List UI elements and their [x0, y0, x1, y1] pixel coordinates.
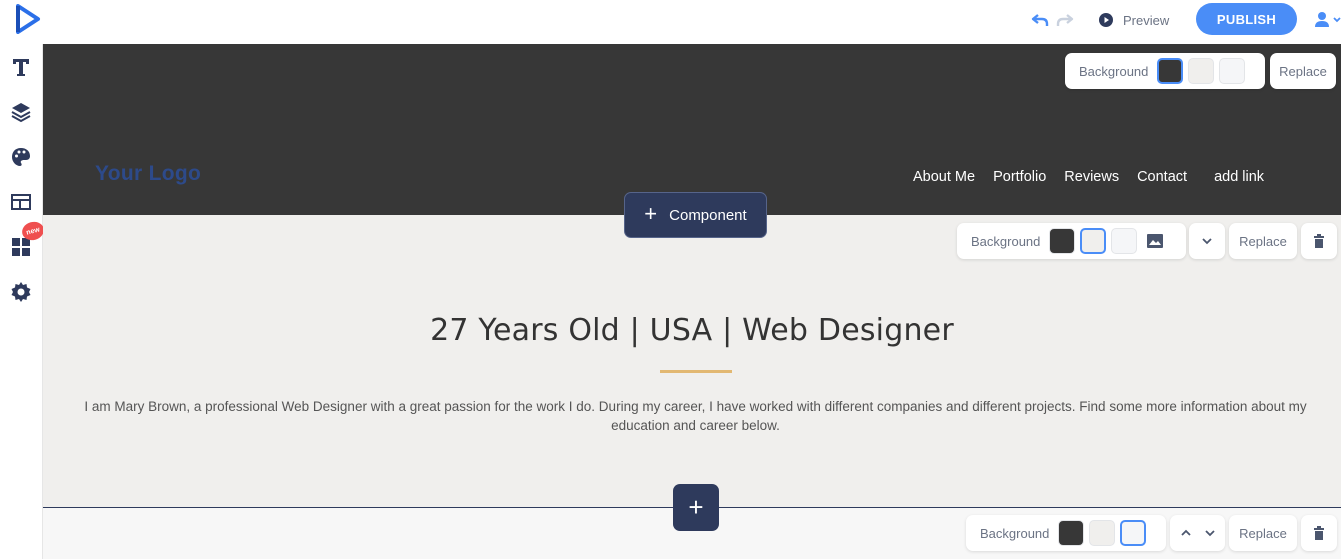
swatch-white[interactable] [1219, 58, 1246, 84]
swatch-dark[interactable] [1049, 228, 1076, 254]
undo-icon[interactable] [1031, 11, 1049, 29]
layout-icon[interactable] [10, 191, 32, 213]
delete-section-button[interactable] [1301, 515, 1337, 551]
swatch-dark[interactable] [1157, 58, 1184, 84]
preview-button[interactable]: Preview [1099, 10, 1169, 30]
publish-button[interactable]: PUBLISH [1196, 3, 1297, 35]
site-nav: About Me Portfolio Reviews Contact add l… [913, 169, 1282, 185]
add-component-button[interactable]: + Component [624, 192, 767, 238]
header-replace-button[interactable]: Replace [1270, 53, 1336, 89]
trash-icon [1314, 526, 1324, 540]
user-icon[interactable] [1314, 11, 1341, 29]
trash-icon [1314, 234, 1324, 248]
swatch-light[interactable] [1188, 58, 1215, 84]
header-background-control: Background [1065, 53, 1265, 89]
nav-link-about[interactable]: About Me [913, 169, 975, 185]
swatch-dark[interactable] [1058, 520, 1085, 546]
swatch-white[interactable] [1120, 520, 1147, 546]
chevron-down-icon [1202, 238, 1212, 245]
swatch-light[interactable] [1080, 228, 1107, 254]
nav-link-contact[interactable]: Contact [1137, 169, 1187, 185]
image-icon[interactable] [1146, 233, 1164, 249]
accent-divider [660, 370, 732, 373]
brand-logo-icon[interactable] [12, 4, 42, 34]
nav-link-reviews[interactable]: Reviews [1064, 169, 1119, 185]
text-icon[interactable] [10, 56, 32, 78]
plus-icon: + [644, 201, 658, 226]
swatch-light[interactable] [1089, 520, 1116, 546]
bottom-replace-button[interactable]: Replace [1229, 515, 1297, 551]
bottom-background-control: Background [966, 515, 1166, 551]
add-link-button[interactable]: add link [1214, 169, 1264, 185]
redo-icon[interactable] [1056, 11, 1074, 29]
section-description[interactable]: I am Mary Brown, a professional Web Desi… [83, 397, 1308, 435]
component-label: Component [669, 206, 747, 224]
section-headline[interactable]: 27 Years Old | USA | Web Designer [43, 313, 1341, 348]
delete-section-button[interactable] [1301, 223, 1337, 259]
background-label: Background [1079, 63, 1149, 79]
background-label: Background [971, 233, 1041, 249]
swatch-white[interactable] [1111, 228, 1138, 254]
gear-icon[interactable] [10, 281, 32, 303]
chevron-up-icon[interactable] [1180, 529, 1192, 537]
plus-icon: + [688, 492, 704, 522]
move-buttons [1170, 515, 1225, 551]
preview-label: Preview [1123, 12, 1170, 28]
add-section-button[interactable]: + [673, 484, 719, 531]
main-replace-button[interactable]: Replace [1229, 223, 1297, 259]
site-logo[interactable]: Your Logo [95, 162, 201, 186]
move-down-button[interactable] [1189, 223, 1225, 259]
left-sidebar: new [0, 44, 46, 559]
layers-icon[interactable] [10, 101, 32, 123]
top-bar: Preview PUBLISH [0, 0, 1341, 44]
palette-icon[interactable] [10, 146, 32, 168]
main-background-control: Background [957, 223, 1186, 259]
nav-link-portfolio[interactable]: Portfolio [993, 169, 1046, 185]
background-label: Background [980, 525, 1050, 541]
play-icon [1099, 13, 1113, 27]
chevron-down-icon[interactable] [1204, 529, 1216, 537]
